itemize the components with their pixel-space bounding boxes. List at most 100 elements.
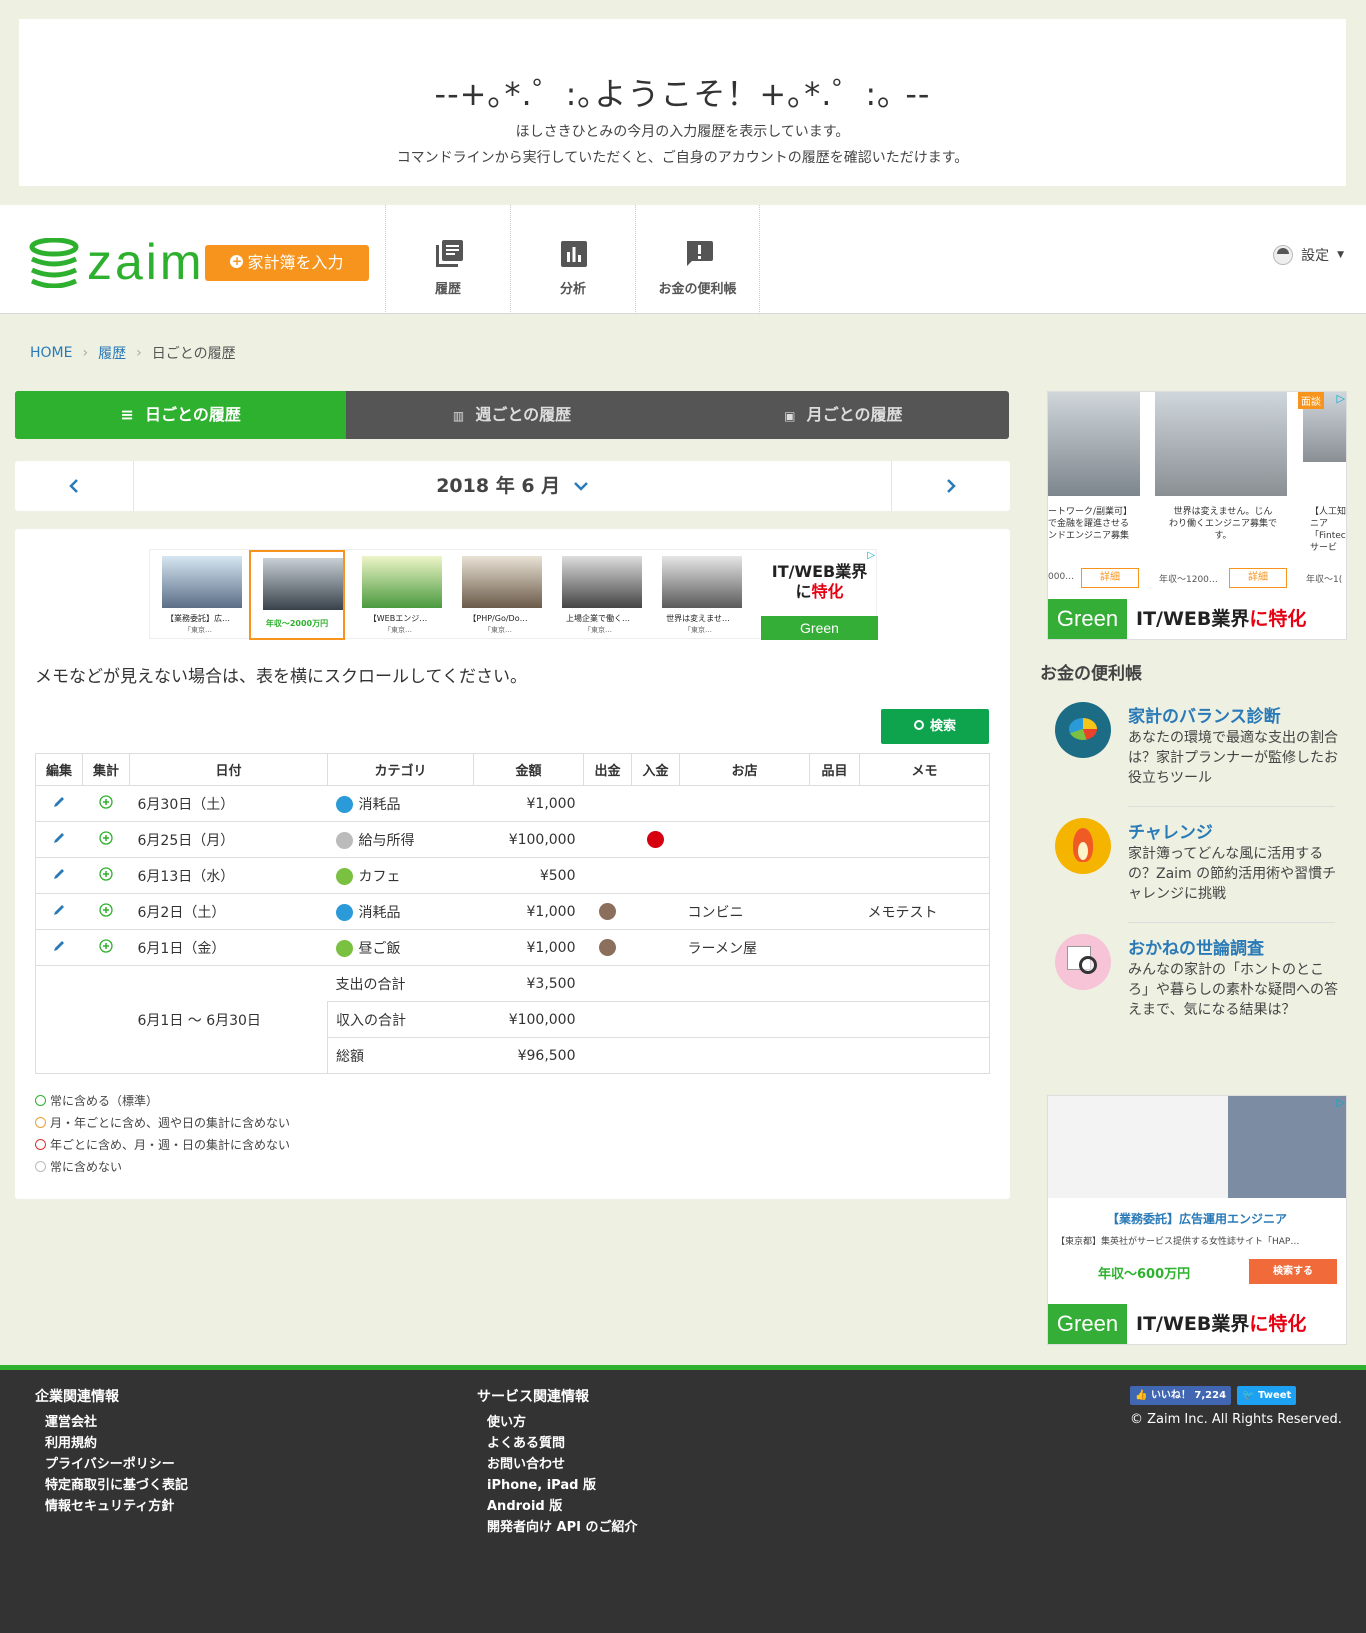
- main-nav: 履歴 分析 お金の便利帳: [385, 205, 760, 314]
- ad-item[interactable]: 【PHP/Go/Do… 「東京…: [450, 550, 546, 640]
- ad-caption: 【WEBエンジ…: [368, 614, 428, 623]
- ad-item[interactable]: 【WEBエンジ… 「東京…: [350, 550, 446, 640]
- category-label: 昼ご飯: [358, 940, 401, 957]
- breadcrumb-home[interactable]: HOME: [30, 345, 72, 361]
- next-month-button[interactable]: [891, 461, 1010, 511]
- ad-item[interactable]: 世界は変えませ… 「東京…: [650, 550, 746, 640]
- footer-link[interactable]: 利用規約: [35, 1433, 188, 1454]
- footer-link[interactable]: 情報セキュリティ方針: [35, 1496, 188, 1517]
- ad-photo: [1048, 1096, 1346, 1198]
- ad-cap-line: す。: [1214, 531, 1232, 541]
- pencil-icon[interactable]: [52, 939, 66, 957]
- totals-fill: [583, 1001, 990, 1038]
- search-button[interactable]: 検索: [881, 709, 989, 744]
- col-amount[interactable]: 金額: [473, 753, 584, 786]
- tweet-button[interactable]: 🐦 Tweet: [1237, 1386, 1297, 1405]
- side-item-title[interactable]: チャレンジ: [1128, 818, 1213, 843]
- prev-month-button[interactable]: [15, 461, 134, 511]
- facebook-like-button[interactable]: 👍 いいね！ 7,224: [1130, 1386, 1232, 1405]
- month-title: 2018 年 6 月: [436, 475, 561, 497]
- nav-analysis[interactable]: 分析: [510, 205, 635, 314]
- logo-text: zaim: [87, 234, 205, 290]
- cart-icon: [335, 796, 353, 813]
- side-ad-bottom[interactable]: 【業務委託】広告運用エンジニア 【東京都】集英社がサービス提供する女性誌サイト「…: [1047, 1095, 1347, 1345]
- ad-item[interactable]: 年収〜2000万円: [249, 550, 345, 640]
- totals-range: 6月1日 〜 6月30日: [129, 965, 328, 1074]
- nav-money-guide[interactable]: お金の便利帳: [635, 205, 760, 314]
- side-item-challenge[interactable]: チャレンジ 家計簿ってどんな風に活用するの？Zaim の節約活用術や習慣チャレン…: [1055, 818, 1340, 908]
- footer-link[interactable]: お問い合わせ: [477, 1454, 637, 1475]
- col-deposit: 入金: [631, 753, 680, 786]
- deposit-cell: [631, 893, 680, 930]
- plus-circle-icon[interactable]: [99, 794, 113, 813]
- pencil-icon[interactable]: [52, 831, 66, 849]
- footer-link[interactable]: iPhone, iPad 版: [477, 1475, 637, 1496]
- footer-link[interactable]: 特定商取引に基づく表記: [35, 1475, 188, 1496]
- footer-link[interactable]: Android 版: [477, 1496, 637, 1517]
- deposit-cell: [631, 821, 680, 858]
- ad-detail-button[interactable]: 詳細: [1081, 568, 1139, 588]
- side-ad-top[interactable]: 面談 ートワーク/副業可】 で金融を躍進させる ンドエンジニア募集 世界は変えません…: [1047, 391, 1347, 640]
- slogan-red: に特化: [1249, 608, 1307, 630]
- category-cell: 消耗品: [327, 893, 474, 930]
- avatar: [1273, 245, 1294, 265]
- col-category[interactable]: カテゴリ: [327, 753, 474, 786]
- withdraw-cell: [583, 857, 632, 894]
- ad-search-button[interactable]: 検索する: [1249, 1259, 1337, 1284]
- footer-link[interactable]: 使い方: [477, 1412, 637, 1433]
- tab-weekly[interactable]: ▥ 週ごとの履歴: [346, 391, 677, 439]
- exclamation-icon: [687, 241, 713, 266]
- ad-cap-line: ニア: [1310, 519, 1329, 529]
- ad-caption: 世界は変えません。じん わり働くエンジニア募集で す。: [1158, 506, 1288, 542]
- adchoices-icon[interactable]: ▷: [1337, 1096, 1345, 1109]
- nav-history[interactable]: 履歴: [385, 205, 510, 314]
- footer-link[interactable]: よくある質問: [477, 1433, 637, 1454]
- ad-item[interactable]: 上場企業で働く… 「東京…: [550, 550, 646, 640]
- side-item-survey[interactable]: おかねの世論調査 みんなの家計の「ホントのところ」や暮らしの素朴な疑問への答えま…: [1055, 934, 1340, 1034]
- item-cell: [809, 785, 860, 822]
- plus-circle-icon[interactable]: [99, 830, 113, 849]
- ad-caption: 世界は変えませ…: [666, 614, 730, 623]
- slogan-main: IT/WEB業界: [1136, 608, 1250, 630]
- tab-monthly[interactable]: ▣ 月ごとの履歴: [678, 391, 1009, 439]
- ad-sub: 「東京…: [684, 626, 712, 634]
- legend-item: 常に含める（標準）: [35, 1090, 290, 1112]
- footer-link[interactable]: 開発者向け API のご紹介: [477, 1517, 637, 1538]
- col-date[interactable]: 日付: [129, 753, 328, 786]
- side-item-title[interactable]: おかねの世論調査: [1128, 934, 1264, 959]
- adchoices-icon[interactable]: ▷: [867, 550, 875, 561]
- total-label: 総額: [327, 1037, 474, 1074]
- plus-circle-icon[interactable]: [99, 866, 113, 885]
- nav-history-label: 履歴: [434, 282, 461, 297]
- salary-icon: [335, 832, 353, 849]
- green-brand-ad[interactable]: IT/WEB業界 に特化 Green: [761, 550, 878, 640]
- pencil-icon[interactable]: [52, 795, 66, 813]
- zaim-logo[interactable]: zaim: [29, 234, 202, 291]
- col-shop[interactable]: お店: [679, 753, 810, 786]
- tab-daily[interactable]: ≡ 日ごとの履歴: [15, 391, 347, 439]
- chevron-right-icon: ›: [136, 345, 142, 361]
- adchoices-icon[interactable]: ▷: [1337, 392, 1345, 405]
- edit-cell: [35, 857, 83, 894]
- slogan-red: に特化: [1249, 1313, 1307, 1335]
- aggregate-cell: [82, 821, 130, 858]
- plus-circle-icon[interactable]: [99, 938, 113, 957]
- footer-link[interactable]: プライバシーポリシー: [35, 1454, 188, 1475]
- side-item-balance[interactable]: 家計のバランス診断 あなたの環境で最適な支出の割合は？家計プランナーが監修したお…: [1055, 702, 1340, 792]
- totals-spacer: [35, 965, 130, 1074]
- side-item-title[interactable]: 家計のバランス診断: [1128, 702, 1281, 727]
- banner-ad[interactable]: 【業務委託】広… 「東京… 年収〜2000万円 【WEBエンジ… 「東京… 【P…: [149, 549, 878, 640]
- month-selector[interactable]: 2018 年 6 月: [134, 461, 891, 511]
- settings-menu[interactable]: 設定 ▼: [1273, 245, 1344, 265]
- footer-link[interactable]: 運営会社: [35, 1412, 188, 1433]
- breadcrumb-history[interactable]: 履歴: [98, 343, 126, 363]
- ad-caption: 上場企業で働く…: [566, 614, 630, 623]
- aggregate-legend: 常に含める（標準） 月・年ごとに含め、週や日の集計に含めない 年ごとに含め、月・…: [35, 1090, 290, 1178]
- plus-circle-icon[interactable]: [99, 902, 113, 921]
- input-household-button[interactable]: + 家計簿を入力: [205, 245, 369, 281]
- pencil-icon[interactable]: [52, 867, 66, 885]
- ad-item[interactable]: 【業務委託】広… 「東京…: [150, 550, 246, 640]
- calendar-icon: ▣: [784, 409, 796, 423]
- pencil-icon[interactable]: [52, 903, 66, 921]
- ad-detail-button[interactable]: 詳細: [1229, 568, 1287, 588]
